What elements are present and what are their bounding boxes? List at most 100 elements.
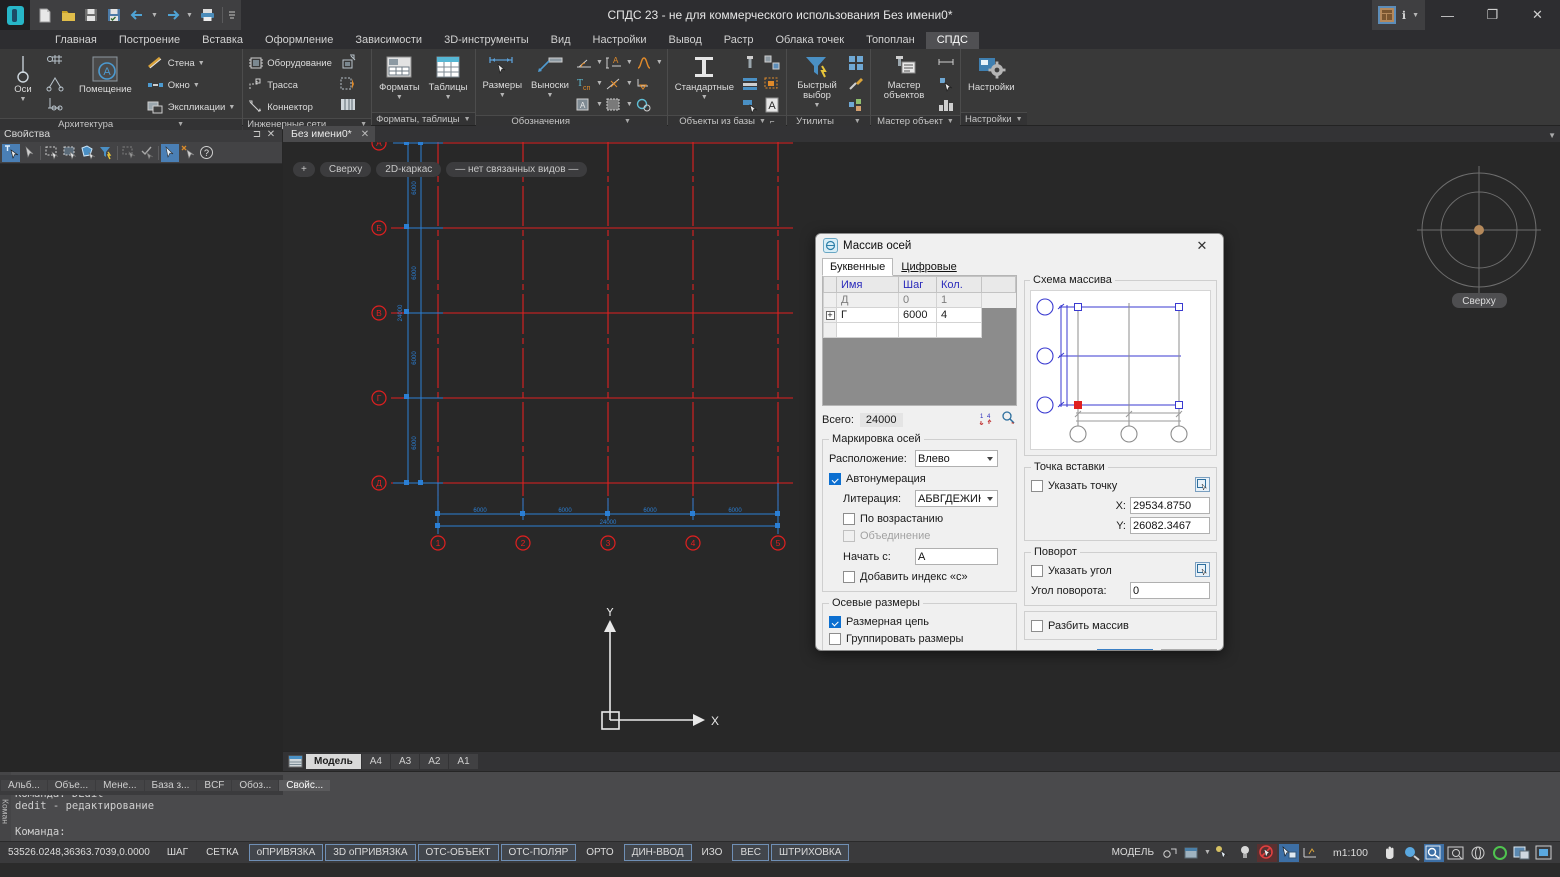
viewport-visualstyle-button[interactable]: 2D-каркас <box>376 162 441 177</box>
break-line-button[interactable]: ▼ <box>634 52 664 73</box>
layout-tab-a3[interactable]: A3 <box>391 754 419 769</box>
cell-count[interactable]: 1 <box>937 293 982 308</box>
ok-button[interactable]: ОК <box>1097 649 1153 651</box>
axes-button[interactable]: Оси ▼ <box>3 52 43 105</box>
settings-button[interactable]: Настройки <box>964 52 1019 95</box>
cell-count[interactable] <box>937 323 982 338</box>
index-checkbox[interactable] <box>843 571 855 583</box>
panel-tab-bcf[interactable]: BCF <box>197 780 231 791</box>
hatch-button[interactable]: ▼ <box>604 94 634 115</box>
cell-step[interactable]: 0 <box>899 293 937 308</box>
pick-icon[interactable] <box>20 144 38 162</box>
more-commands-icon[interactable] <box>227 3 237 27</box>
clean-screen-icon[interactable] <box>1512 844 1532 862</box>
panel-tab-objects[interactable]: Объе... <box>48 780 95 791</box>
verify-select-icon[interactable] <box>138 144 156 162</box>
quick-select-button[interactable]: Быстрый выбор ▼ <box>790 52 844 111</box>
add-selection-icon[interactable] <box>2 144 20 162</box>
panel-tab-database[interactable]: База з... <box>145 780 197 791</box>
dim-group-checkbox[interactable] <box>829 633 841 645</box>
row-expander[interactable] <box>824 323 837 338</box>
standard-objects-button[interactable]: Стандартные ▼ <box>671 52 738 103</box>
close-icon[interactable]: ✕ <box>264 129 278 140</box>
dialog-close-button[interactable]: ✕ <box>1185 234 1219 257</box>
text-mark-button[interactable]: A▼ <box>604 52 634 73</box>
ribbon-tab-vid[interactable]: Вид <box>540 32 582 49</box>
open-folder-icon[interactable] <box>57 3 79 27</box>
formats-dropdown-icon[interactable]: ▼ <box>396 94 403 101</box>
slope-mark-button[interactable]: ▼ <box>604 73 634 94</box>
ribbon-tab-nastroyki[interactable]: Настройки <box>582 32 658 49</box>
connector-button[interactable]: Коннектор <box>246 96 336 118</box>
sort-icon[interactable]: 14 <box>979 411 995 428</box>
insertion-x-input[interactable] <box>1130 497 1210 514</box>
pick-point-button[interactable] <box>1195 477 1210 492</box>
undo-icon[interactable] <box>126 3 148 27</box>
dim-chain-row[interactable]: Размерная цепь <box>829 613 1010 630</box>
close-icon[interactable]: ✕ <box>361 129 369 140</box>
find-icon[interactable] <box>1001 411 1017 428</box>
ribbon-tab-vstavka[interactable]: Вставка <box>191 32 254 49</box>
pick-angle-checkbox[interactable] <box>1031 565 1043 577</box>
table-row[interactable]: Д 0 1 <box>824 293 1016 308</box>
panel-expand-icon[interactable]: ▼ <box>759 118 766 125</box>
leaders-dropdown-icon[interactable]: ▼ <box>547 92 554 99</box>
param-width-icon[interactable] <box>935 52 957 73</box>
window-select-icon[interactable] <box>43 144 61 162</box>
annotation-icon[interactable] <box>1279 844 1299 862</box>
explication-button[interactable]: Экспликации ▼ <box>145 96 239 118</box>
zoom-extents-icon[interactable] <box>1446 844 1466 862</box>
cell-step[interactable]: 6000 <box>899 308 937 323</box>
panel-expand-icon[interactable]: ▼ <box>947 118 954 125</box>
ribbon-tab-rastr[interactable]: Растр <box>713 32 765 49</box>
route-edit-icon[interactable] <box>337 73 359 94</box>
panel-library-icon[interactable] <box>337 94 359 115</box>
equipment-place-icon[interactable] <box>337 52 359 73</box>
model-space-icon[interactable] <box>1160 844 1180 862</box>
new-file-icon[interactable] <box>34 3 56 27</box>
assembly-icon[interactable] <box>761 52 783 73</box>
explode-row[interactable]: Разбить массив <box>1031 617 1210 634</box>
select-similar-icon[interactable] <box>845 52 867 73</box>
cleanup-icon[interactable] <box>845 73 867 94</box>
dim-chain-checkbox[interactable] <box>829 616 841 628</box>
wall-dropdown-icon[interactable]: ▼ <box>198 60 205 67</box>
cell-name[interactable]: Г <box>837 308 899 323</box>
cell-name[interactable]: Д <box>837 293 899 308</box>
no-select-icon[interactable] <box>1257 844 1277 862</box>
quick-filter-icon[interactable] <box>97 144 115 162</box>
block-edit-icon[interactable] <box>761 73 783 94</box>
view-navigator[interactable]: Сверху <box>1409 162 1554 315</box>
viewport-view-button[interactable]: Сверху <box>320 162 371 177</box>
status-toggle-dyninput[interactable]: ДИН-ВВОД <box>624 844 692 861</box>
panel-tab-properties[interactable]: Свойс... <box>279 780 330 791</box>
layout-icon[interactable] <box>1182 844 1202 862</box>
route-button[interactable]: Трасса <box>246 74 336 96</box>
status-toggle-grid[interactable]: СЕТКА <box>198 844 247 861</box>
dim-total-checkbox[interactable] <box>829 650 841 652</box>
table-row[interactable] <box>824 323 1016 338</box>
table-row[interactable]: + Г 6000 4 <box>824 308 1016 323</box>
lettering-select[interactable]: АБВГДЕЖИК <box>915 490 998 507</box>
cell-count[interactable]: 4 <box>937 308 982 323</box>
formats-button[interactable]: Форматы ▼ <box>375 52 424 103</box>
layout-tab-a4[interactable]: A4 <box>362 754 390 769</box>
table-header-name[interactable]: Имя <box>837 277 899 293</box>
status-toggle-ortho[interactable]: ОРТО <box>578 844 621 861</box>
redo-icon[interactable] <box>161 3 183 27</box>
cell-name[interactable] <box>837 323 899 338</box>
ribbon-tab-postroenie[interactable]: Построение <box>108 32 191 49</box>
axes-radial-icon[interactable] <box>44 73 66 94</box>
save-as-icon[interactable] <box>103 3 125 27</box>
viewport-add-button[interactable]: + <box>293 162 315 177</box>
status-toggle-3dosnap[interactable]: 3D оПРИВЯЗКА <box>325 844 415 861</box>
current-select-icon[interactable] <box>161 144 179 162</box>
chevron-down-icon[interactable]: ▼ <box>1548 131 1556 140</box>
equipment-button[interactable]: Оборудование <box>246 52 336 74</box>
dimensions-dropdown-icon[interactable]: ▼ <box>499 92 506 99</box>
tables-dropdown-icon[interactable]: ▼ <box>445 94 452 101</box>
pick-point-checkbox[interactable] <box>1031 480 1043 492</box>
select-object-icon[interactable] <box>739 94 761 115</box>
crossing-select-icon[interactable] <box>61 144 79 162</box>
polygon-select-icon[interactable] <box>79 144 97 162</box>
